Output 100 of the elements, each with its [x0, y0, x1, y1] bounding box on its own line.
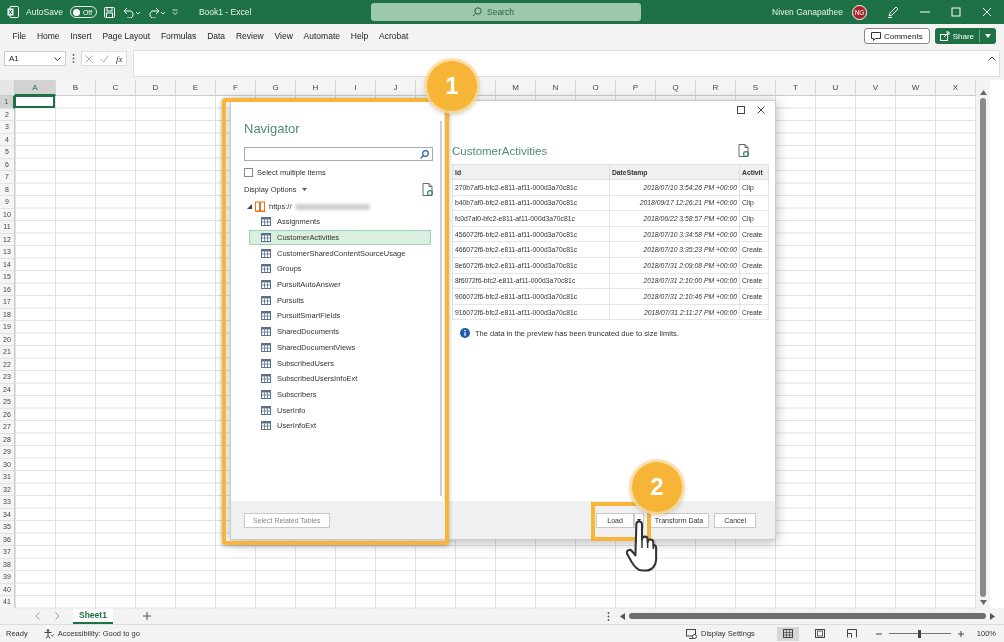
- column-header[interactable]: J: [376, 80, 416, 96]
- caret-icon: [54, 56, 61, 61]
- menu-tab[interactable]: Acrobat: [373, 31, 414, 41]
- column-header[interactable]: I: [336, 80, 376, 96]
- table-icon: [261, 327, 271, 337]
- search-icon: [472, 7, 482, 17]
- dialog-title: Navigator: [244, 121, 301, 136]
- column-header[interactable]: M: [496, 80, 536, 96]
- scroll-up-icon[interactable]: [979, 90, 987, 95]
- menu-tab[interactable]: Page Layout: [97, 31, 156, 41]
- display-settings-icon[interactable]: [686, 628, 698, 639]
- search-icon: [420, 149, 429, 159]
- menu-tab[interactable]: Formulas: [155, 31, 202, 41]
- menu-tab[interactable]: Home: [31, 31, 65, 41]
- column-header[interactable]: Q: [656, 80, 696, 96]
- column-header[interactable]: E: [176, 80, 216, 96]
- column-header[interactable]: O: [576, 80, 616, 96]
- step-badge: 1: [427, 61, 477, 111]
- table-icon: [261, 248, 271, 258]
- refresh-icon[interactable]: [422, 182, 433, 196]
- name-box[interactable]: A1: [4, 51, 66, 66]
- caret-icon: [301, 187, 307, 191]
- next-sheet-icon[interactable]: [55, 612, 60, 620]
- comments-button[interactable]: Comments: [863, 28, 930, 44]
- column-header[interactable]: P: [616, 80, 656, 96]
- column-header[interactable]: S: [736, 80, 776, 96]
- table-icon: [261, 217, 271, 227]
- column-header[interactable]: W: [896, 80, 936, 96]
- info-icon: [460, 328, 470, 339]
- column-header[interactable]: T: [776, 80, 816, 96]
- scroll-right-icon[interactable]: [989, 612, 995, 620]
- checkbox[interactable]: [244, 167, 253, 177]
- column-header[interactable]: D: [136, 80, 176, 96]
- column-header[interactable]: X: [936, 80, 976, 96]
- table-icon: [261, 405, 271, 415]
- page-break-icon: [846, 629, 857, 638]
- table-icon: [261, 311, 271, 321]
- step-badge: 2: [632, 462, 682, 512]
- close-icon[interactable]: [757, 106, 765, 114]
- share-icon: [939, 31, 950, 41]
- more-options-icon[interactable]: [606, 611, 610, 621]
- accessibility-icon[interactable]: [43, 628, 54, 639]
- table-icon: [261, 358, 271, 368]
- column-header[interactable]: U: [816, 80, 856, 96]
- table-icon: [261, 421, 271, 431]
- check-icon[interactable]: [100, 54, 110, 63]
- scrollbar-thumb[interactable]: [628, 613, 986, 619]
- selected-cell[interactable]: [14, 95, 55, 108]
- view-button[interactable]: [776, 626, 799, 641]
- more-options-icon[interactable]: [72, 54, 75, 63]
- menu-tab[interactable]: Help: [345, 31, 374, 41]
- menu-tab[interactable]: File: [7, 31, 32, 41]
- table-icon: [261, 295, 271, 305]
- table-icon: [261, 374, 271, 384]
- redo-icon[interactable]: [146, 6, 165, 18]
- formula-field[interactable]: [133, 50, 1000, 77]
- insert-function-button[interactable]: fx: [116, 53, 123, 64]
- column-header[interactable]: H: [296, 80, 336, 96]
- collapse-arrow-icon[interactable]: [247, 204, 252, 209]
- zoom-in-icon[interactable]: [957, 630, 964, 637]
- menu-tab[interactable]: Review: [230, 31, 270, 41]
- table-icon: [261, 342, 271, 352]
- menu-tab[interactable]: Insert: [64, 31, 97, 41]
- menu-tab[interactable]: View: [269, 31, 299, 41]
- table-icon: [261, 389, 271, 399]
- refresh-icon[interactable]: [738, 144, 749, 157]
- collapse-icon: [988, 56, 996, 61]
- scrollbar-thumb[interactable]: [440, 121, 442, 496]
- scroll-left-icon[interactable]: [619, 612, 625, 620]
- search-field[interactable]: Search: [371, 3, 641, 21]
- column-header[interactable]: B: [56, 80, 96, 96]
- user-name: Niven Ganapathee: [772, 7, 843, 17]
- menu-tab[interactable]: Automate: [298, 31, 346, 41]
- column-header[interactable]: N: [536, 80, 576, 96]
- share-button[interactable]: Share: [934, 28, 996, 44]
- column-header[interactable]: G: [256, 80, 296, 96]
- undo-icon[interactable]: [121, 6, 140, 18]
- column-header[interactable]: F: [216, 80, 256, 96]
- table-icon: [261, 233, 271, 243]
- menu-tab[interactable]: Data: [201, 31, 231, 41]
- scrollbar-thumb[interactable]: [980, 98, 986, 597]
- pen-icon[interactable]: [887, 6, 899, 18]
- column-header[interactable]: C: [96, 80, 136, 96]
- preview-title: CustomerActivities: [452, 144, 548, 157]
- scroll-down-icon[interactable]: [979, 600, 987, 605]
- search-field[interactable]: [244, 147, 433, 161]
- normal-view-icon: [782, 629, 793, 638]
- maximize-icon[interactable]: [737, 106, 745, 114]
- document-title: Book1 - Excel: [198, 7, 252, 17]
- column-header[interactable]: A: [15, 80, 56, 96]
- column-header[interactable]: V: [856, 80, 896, 96]
- column-header[interactable]: R: [696, 80, 736, 96]
- data-source-icon: [255, 201, 266, 212]
- table-icon: [261, 280, 271, 290]
- comment-icon: [870, 31, 881, 41]
- save-icon[interactable]: [103, 6, 115, 18]
- previous-sheet-icon[interactable]: [35, 612, 40, 620]
- zoom-slider[interactable]: [888, 629, 951, 638]
- sheet-tab[interactable]: Sheet1: [73, 608, 113, 624]
- add-sheet-icon[interactable]: [142, 612, 151, 620]
